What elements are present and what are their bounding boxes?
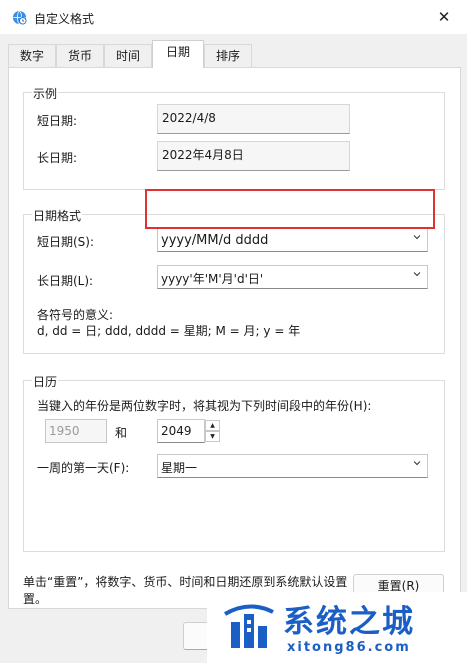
- globe-clock-icon: [12, 10, 27, 25]
- spin-down-button[interactable]: ▼: [205, 431, 220, 442]
- tab-number[interactable]: 数字: [8, 44, 56, 67]
- tab-date[interactable]: 日期: [152, 40, 204, 68]
- symbol-meaning-title: 各符号的意义:: [37, 308, 114, 322]
- title-bar: 自定义格式 ✕: [0, 0, 467, 34]
- example-long-value: 2022年4月8日: [157, 141, 350, 171]
- close-icon: ✕: [437, 8, 451, 26]
- long-date-combobox[interactable]: yyyy'年'M'月'd'日': [157, 265, 428, 289]
- first-day-combobox[interactable]: 星期一: [157, 454, 428, 478]
- window-title: 自定义格式: [34, 12, 95, 26]
- two-digit-year-text: 当键入的年份是两位数字时，将其视为下列时间段中的年份(H):: [37, 399, 372, 413]
- close-button[interactable]: ✕: [432, 6, 456, 28]
- tab-currency[interactable]: 货币: [56, 44, 104, 67]
- and-label: 和: [115, 426, 128, 440]
- calendar-legend: 日历: [32, 373, 59, 390]
- first-day-value: 星期一: [161, 461, 198, 475]
- reset-description-line2: 置。: [23, 592, 48, 606]
- example-short-value: 2022/4/8: [157, 104, 350, 134]
- watermark-url: xitong86.com: [287, 640, 411, 655]
- spin-up-button[interactable]: ▲: [205, 420, 220, 431]
- date-format-legend: 日期格式: [32, 207, 83, 224]
- tab-time[interactable]: 时间: [104, 44, 152, 67]
- highlight-box: [145, 189, 435, 229]
- example-long-label: 长日期:: [37, 151, 78, 165]
- symbol-meaning-text: d, dd = 日; ddd, dddd = 星期; M = 月; y = 年: [37, 324, 301, 338]
- short-date-label: 短日期(S):: [37, 235, 95, 249]
- from-year-field: 1950: [45, 419, 107, 443]
- example-short-label: 短日期:: [37, 114, 78, 128]
- chevron-down-icon: [413, 235, 421, 240]
- reset-description-line1: 单击“重置”，将数字、货币、时间和日期还原到系统默认设置: [23, 575, 348, 589]
- from-year-value: 1950: [49, 424, 80, 438]
- short-date-combobox[interactable]: yyyy/MM/d dddd: [157, 228, 428, 252]
- to-year-spinner: ▲ ▼: [205, 419, 221, 443]
- example-legend: 示例: [32, 85, 59, 102]
- first-day-label: 一周的第一天(F):: [37, 461, 130, 475]
- to-year-value: 2049: [161, 424, 192, 438]
- chevron-down-icon: [413, 272, 421, 277]
- caret-down-icon: ▼: [210, 433, 215, 440]
- short-date-value: yyyy/MM/d dddd: [161, 233, 269, 248]
- caret-up-icon: ▲: [210, 422, 215, 429]
- chevron-down-icon: [413, 461, 421, 466]
- watermark-brand: 系统之城: [283, 604, 415, 640]
- city-logo-icon: [223, 604, 274, 648]
- long-date-label: 长日期(L):: [37, 274, 94, 288]
- tab-sort[interactable]: 排序: [204, 44, 252, 67]
- watermark: 系统之城 xitong86.com: [207, 592, 467, 663]
- to-year-field[interactable]: 2049: [157, 419, 205, 443]
- long-date-value: yyyy'年'M'月'd'日': [161, 272, 264, 286]
